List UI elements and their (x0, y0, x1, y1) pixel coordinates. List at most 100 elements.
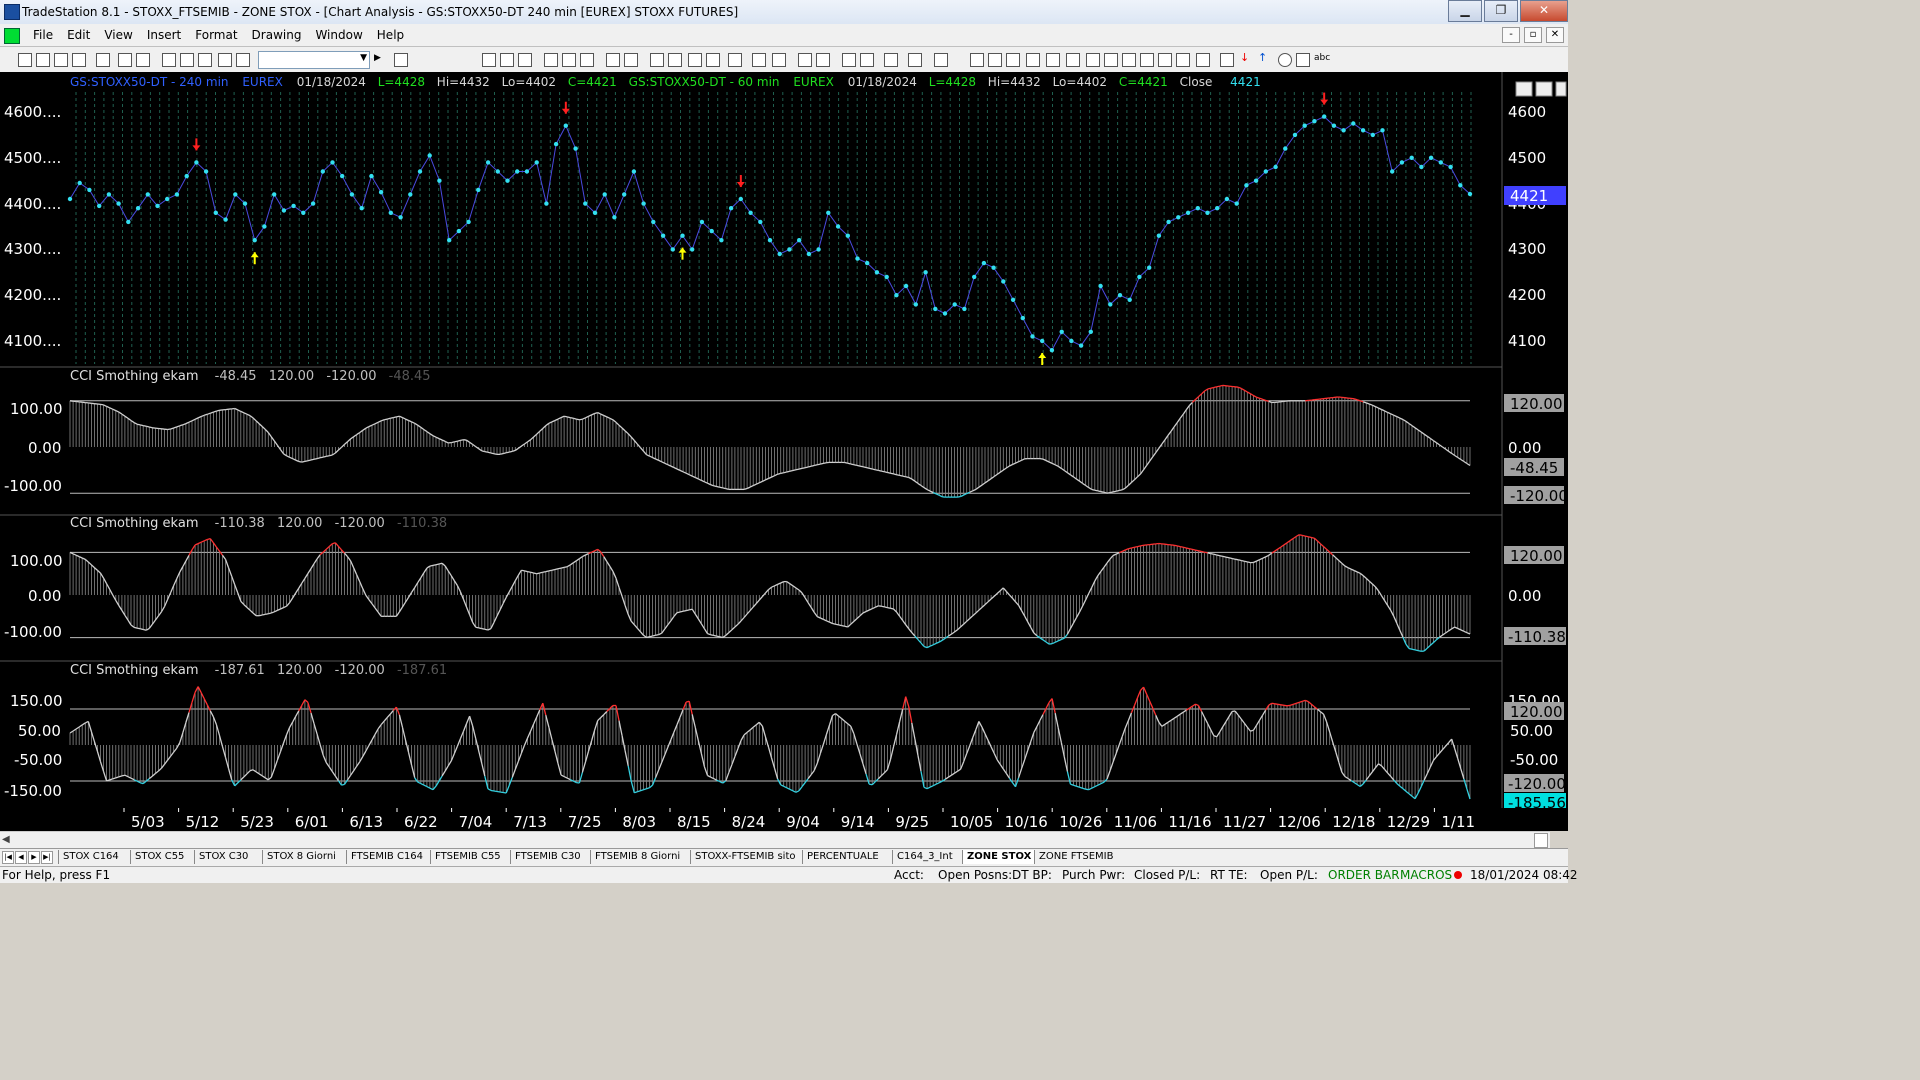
wizard-icon[interactable] (218, 53, 232, 67)
hand-icon[interactable] (908, 53, 922, 67)
close-workspace-icon[interactable] (96, 53, 110, 67)
tab-zone-ftsemib[interactable]: ZONE FTSEMIB (1034, 850, 1118, 864)
indicator-icon[interactable] (624, 53, 638, 67)
grid-icon[interactable] (500, 53, 514, 67)
tab-c164-3-int[interactable]: C164_3_Int (892, 850, 957, 864)
scroll-left-icon[interactable]: ◀ (2, 834, 10, 845)
menu-drawing[interactable]: Drawing (245, 28, 309, 42)
channel-icon[interactable] (1026, 53, 1040, 67)
combo-arrow-icon[interactable]: ▼ (360, 53, 367, 63)
tab-ftsemib-8-giorni[interactable]: FTSEMIB 8 Giorni (590, 850, 684, 864)
volume-icon[interactable] (728, 53, 742, 67)
chart-analysis-window[interactable]: GS:STOXX50-DT - 240 min EUREX 01/18/2024… (0, 72, 1568, 812)
new-icon[interactable] (18, 53, 32, 67)
close-button[interactable]: ✕ (1520, 0, 1568, 22)
mdi-restore-button[interactable]: ▫ (1524, 27, 1542, 43)
scroll-thumb[interactable] (1534, 833, 1548, 848)
maximize-button[interactable]: ❐ (1484, 0, 1518, 22)
menu-window[interactable]: Window (308, 28, 369, 42)
erase-icon[interactable] (934, 53, 948, 67)
time-axis-canvas[interactable]: 5/03 5/12 5/23 6/01 6/13 6/22 7/04 7/13 7/25 8/03… (0, 808, 1568, 831)
last-tab-icon[interactable]: ▶| (41, 851, 53, 864)
arc-icon[interactable] (1176, 53, 1190, 67)
cci3-axis-right[interactable]: 150.00 120.00 50.00 -50.00 -120.00 -185.… (1504, 692, 1566, 812)
zoom-in-icon[interactable] (798, 53, 812, 67)
strategy-icon[interactable] (580, 53, 594, 67)
ellipse-icon[interactable] (1278, 53, 1292, 67)
candlestick-icon[interactable] (668, 53, 682, 67)
parallel-lines-icon[interactable] (1158, 53, 1172, 67)
lock-icon[interactable] (198, 53, 212, 67)
next-tab-icon[interactable]: ▶ (28, 851, 40, 864)
regression-icon[interactable] (1122, 53, 1136, 67)
up-arrow-marker-icon[interactable]: ↑ (1258, 52, 1270, 65)
cci2-axis-right[interactable]: 120.00 0.00 -110.38 (1504, 546, 1566, 646)
macros-button[interactable]: MACROS (1400, 868, 1452, 882)
new-workspace-icon[interactable] (72, 53, 86, 67)
bar-chart-icon[interactable] (650, 53, 664, 67)
tab-ftsemib-c55[interactable]: FTSEMIB C55 (430, 850, 505, 864)
select-icon[interactable] (860, 53, 874, 67)
fibonacci-icon[interactable] (1046, 53, 1060, 67)
chart-close-button[interactable] (1555, 81, 1567, 97)
menu-file[interactable]: File (26, 28, 60, 42)
time-axis[interactable]: 5/03 5/12 5/23 6/01 6/13 6/22 7/04 7/13 7/25 8/03… (0, 808, 1568, 831)
mdi-close-button[interactable]: ✕ (1546, 27, 1564, 43)
tab-ftsemib-c30[interactable]: FTSEMIB C30 (510, 850, 585, 864)
trendline-icon[interactable] (970, 53, 984, 67)
tab-percentuale[interactable]: PERCENTUALE (802, 850, 883, 864)
curve-icon[interactable] (1220, 53, 1234, 67)
insert-analysis-icon[interactable] (562, 53, 576, 67)
go-arrow-icon[interactable]: ▶ (374, 53, 386, 65)
menu-edit[interactable]: Edit (60, 28, 97, 42)
arrows-horizontal-icon[interactable] (1140, 53, 1154, 67)
andrews-pitchfork-icon[interactable] (1104, 53, 1118, 67)
tab-stox-c164[interactable]: STOX C164 (58, 850, 123, 864)
cci1-axis-right[interactable]: 120.00 0.00 -48.45 -120.00 (1504, 394, 1568, 505)
menu-view[interactable]: View (97, 28, 139, 42)
format-icon[interactable] (606, 53, 620, 67)
crosshair-icon[interactable] (752, 53, 766, 67)
tab-stox-c30[interactable]: STOX C30 (194, 850, 252, 864)
print-preview-icon[interactable] (118, 53, 132, 67)
menu-help[interactable]: Help (370, 28, 411, 42)
minimize-button[interactable]: ▁ (1448, 0, 1482, 22)
zoom-out-icon[interactable] (816, 53, 830, 67)
menu-insert[interactable]: Insert (140, 28, 188, 42)
vertical-line-icon[interactable] (988, 53, 1002, 67)
menu-format[interactable]: Format (188, 28, 244, 42)
mdi-minimize-button[interactable]: - (1502, 27, 1520, 43)
freehand-icon[interactable] (1196, 53, 1210, 67)
prev-tab-icon[interactable]: ◀ (15, 851, 27, 864)
copy-icon[interactable] (180, 53, 194, 67)
point-figure-icon[interactable] (706, 53, 720, 67)
scroll-icon[interactable] (772, 53, 786, 67)
tools-icon[interactable] (884, 53, 898, 67)
print-icon[interactable] (136, 53, 150, 67)
open-icon[interactable] (36, 53, 50, 67)
symbol-combo[interactable]: ▼ (258, 51, 370, 69)
tab-stox-8-giorni[interactable]: STOX 8 Giorni (262, 850, 340, 864)
chart-canvas[interactable]: GS:STOXX50-DT - 240 min EUREX 01/18/2024… (0, 72, 1568, 812)
down-arrow-marker-icon[interactable]: ↓ (1240, 52, 1252, 65)
tab-stox-c55[interactable]: STOX C55 (130, 850, 188, 864)
horizontal-scrollbar[interactable]: ◀ (0, 831, 1550, 848)
tab-zone-stox[interactable]: ZONE STOX (962, 850, 1036, 864)
speed-line-icon[interactable] (1066, 53, 1080, 67)
analysis-icon[interactable] (236, 53, 250, 67)
layout-icon[interactable] (482, 53, 496, 67)
text-tool-icon[interactable]: abc (1314, 53, 1330, 65)
find-icon[interactable] (394, 53, 408, 67)
cut-icon[interactable] (162, 53, 176, 67)
chart-restore-button[interactable] (1535, 81, 1553, 97)
first-tab-icon[interactable]: |◀ (2, 851, 14, 864)
pointer-icon[interactable] (842, 53, 856, 67)
tab-ftsemib-c164[interactable]: FTSEMIB C164 (346, 850, 427, 864)
save-icon[interactable] (54, 53, 68, 67)
rectangle-icon[interactable] (1296, 53, 1310, 67)
horizontal-line-icon[interactable] (1006, 53, 1020, 67)
line-chart-icon[interactable] (688, 53, 702, 67)
chart-window-icon[interactable] (4, 28, 20, 44)
order-bar-button[interactable]: ORDER BAR (1328, 868, 1400, 882)
chart-minimize-button[interactable] (1515, 81, 1533, 97)
